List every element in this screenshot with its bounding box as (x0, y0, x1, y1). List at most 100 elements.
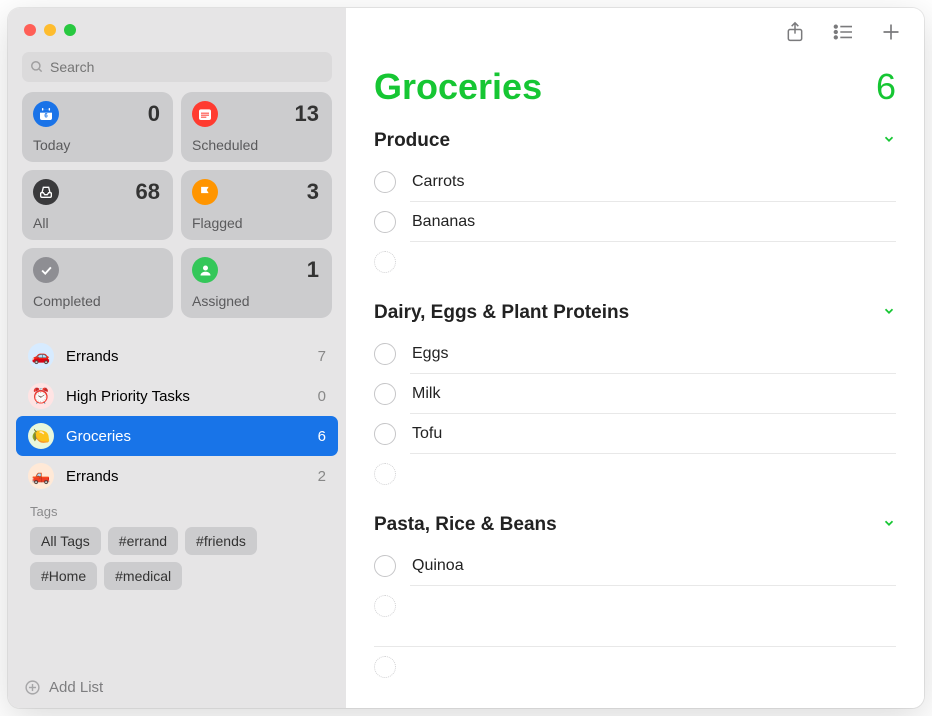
tag-all[interactable]: All Tags (30, 527, 101, 555)
section-produce: Produce Carrots Bananas (374, 130, 896, 282)
reminder-item[interactable]: Tofu (374, 414, 896, 454)
complete-circle-empty[interactable] (374, 463, 396, 485)
smart-assigned-count: 1 (307, 257, 319, 283)
list-icon: 🍋 (28, 423, 54, 449)
complete-circle[interactable] (374, 423, 396, 445)
section-title: Pasta, Rice & Beans (374, 514, 557, 536)
list-errands-2[interactable]: 🛻 Errands 2 (16, 456, 338, 496)
reminder-empty[interactable] (374, 586, 896, 626)
list-name: Errands (66, 348, 306, 365)
tag-medical[interactable]: #medical (104, 562, 182, 590)
tag-friends[interactable]: #friends (185, 527, 257, 555)
fullscreen-window-button[interactable] (64, 24, 76, 36)
reminder-item[interactable]: Eggs (374, 334, 896, 374)
smart-scheduled[interactable]: 13 Scheduled (181, 92, 332, 162)
reminder-empty[interactable] (374, 454, 896, 494)
list-count: 6 (318, 428, 326, 445)
plus-circle-icon (24, 679, 41, 696)
reminder-item[interactable]: Milk (374, 374, 896, 414)
add-list-button[interactable]: Add List (8, 667, 346, 708)
list-errands-1[interactable]: 🚗 Errands 7 (16, 336, 338, 376)
complete-circle-empty[interactable] (374, 595, 396, 617)
search-icon (30, 60, 44, 74)
reminder-text: Tofu (412, 425, 442, 443)
list-groceries[interactable]: 🍋 Groceries 6 (16, 416, 338, 456)
reminder-text: Eggs (412, 345, 448, 363)
smart-assigned[interactable]: 1 Assigned (181, 248, 332, 318)
reminder-text: Carrots (412, 173, 464, 191)
flag-icon (192, 179, 218, 205)
reminder-text: Quinoa (412, 557, 464, 575)
list-icon: 🛻 (28, 463, 54, 489)
reminder-empty-bottom[interactable] (374, 646, 896, 686)
reminder-text: Milk (412, 385, 440, 403)
complete-circle[interactable] (374, 343, 396, 365)
smart-flagged[interactable]: 3 Flagged (181, 170, 332, 240)
add-reminder-button[interactable] (880, 21, 902, 43)
tag-errand[interactable]: #errand (108, 527, 178, 555)
section-title: Dairy, Eggs & Plant Proteins (374, 302, 629, 324)
list-lines-icon (832, 23, 854, 41)
reminder-empty[interactable] (374, 242, 896, 282)
check-icon (33, 257, 59, 283)
reminder-item[interactable]: Bananas (374, 202, 896, 242)
smart-flagged-count: 3 (307, 179, 319, 205)
share-icon (785, 21, 805, 43)
section-collapse-button[interactable] (882, 516, 896, 535)
search-input-container[interactable] (22, 52, 332, 82)
close-window-button[interactable] (24, 24, 36, 36)
list-total-count: 6 (876, 66, 896, 108)
reminder-item[interactable]: Carrots (374, 162, 896, 202)
smart-completed[interactable]: Completed (22, 248, 173, 318)
view-options-button[interactable] (832, 21, 854, 43)
smart-scheduled-label: Scheduled (192, 137, 319, 153)
smart-today-count: 0 (148, 101, 160, 127)
smart-today-label: Today (33, 137, 160, 153)
smart-lists: 6 0 Today 13 Scheduled (8, 92, 346, 332)
section-title: Produce (374, 130, 450, 152)
list-name: Groceries (66, 428, 306, 445)
calendar-icon: 6 (33, 101, 59, 127)
reminder-item[interactable]: Quinoa (374, 546, 896, 586)
section-collapse-button[interactable] (882, 304, 896, 323)
complete-circle[interactable] (374, 171, 396, 193)
list-count: 7 (318, 348, 326, 365)
complete-circle[interactable] (374, 555, 396, 577)
app-window: 6 0 Today 13 Scheduled (8, 8, 924, 708)
tag-home[interactable]: #Home (30, 562, 97, 590)
complete-circle-empty[interactable] (374, 656, 396, 678)
section-pasta: Pasta, Rice & Beans Quinoa (374, 514, 896, 626)
complete-circle[interactable] (374, 383, 396, 405)
my-lists: 🚗 Errands 7 ⏰ High Priority Tasks 0 🍋 Gr… (8, 332, 346, 667)
list-title: Groceries (374, 66, 542, 108)
share-button[interactable] (784, 21, 806, 43)
search-input[interactable] (50, 59, 324, 75)
list-icon: 🚗 (28, 343, 54, 369)
toolbar (346, 8, 924, 56)
add-list-label: Add List (49, 679, 103, 696)
chevron-down-icon (882, 304, 896, 318)
minimize-window-button[interactable] (44, 24, 56, 36)
smart-all[interactable]: 68 All (22, 170, 173, 240)
list-name: High Priority Tasks (66, 388, 306, 405)
list-high-priority[interactable]: ⏰ High Priority Tasks 0 (16, 376, 338, 416)
section-dairy: Dairy, Eggs & Plant Proteins Eggs Milk (374, 302, 896, 494)
smart-all-label: All (33, 215, 160, 231)
tags-title: Tags (30, 504, 324, 519)
list-icon: ⏰ (28, 383, 54, 409)
smart-scheduled-count: 13 (295, 101, 319, 127)
main-content: Groceries 6 Produce Carrots (346, 8, 924, 708)
window-titlebar (8, 8, 346, 52)
calendar-lines-icon (192, 101, 218, 127)
smart-all-count: 68 (136, 179, 160, 205)
tray-icon (33, 179, 59, 205)
person-icon (192, 257, 218, 283)
smart-assigned-label: Assigned (192, 293, 319, 309)
section-collapse-button[interactable] (882, 132, 896, 151)
complete-circle-empty[interactable] (374, 251, 396, 273)
smart-completed-label: Completed (33, 293, 160, 309)
list-name: Errands (66, 468, 306, 485)
complete-circle[interactable] (374, 211, 396, 233)
smart-today[interactable]: 6 0 Today (22, 92, 173, 162)
list-count: 0 (318, 388, 326, 405)
